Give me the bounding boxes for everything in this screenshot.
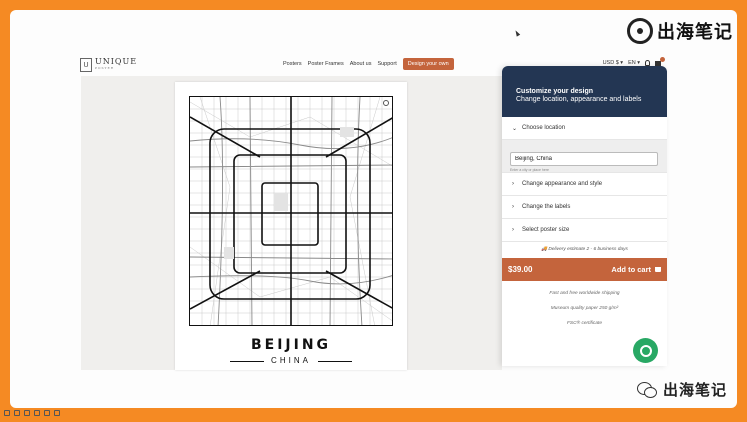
nav-about-us[interactable]: About us [350,61,372,67]
nav-poster-frames[interactable]: Poster Frames [308,61,344,67]
poster-divider-right [318,361,352,362]
accordion-label: Select poster size [522,227,570,233]
add-to-cart-button[interactable]: Add to cart [611,265,661,274]
accordion-appearance[interactable]: › Change appearance and style [502,173,667,196]
add-to-cart-label: Add to cart [611,265,651,274]
brand-watermark-top: 出海笔记 [627,18,733,44]
location-section: Enter a city or place here [502,140,667,173]
panel-header: Customize your design Change location, a… [502,66,667,117]
accordion-label: Change appearance and style [522,181,603,187]
poster-country-label: CHINA [271,356,311,365]
eraser-tool-icon[interactable] [34,410,40,416]
shape-tool-icon[interactable] [24,410,30,416]
chevron-right-icon: › [512,227,514,233]
perk-shipping: Fast and free worldwide shipping [549,291,620,296]
site-logo[interactable]: U UNIQUE POSTER [80,58,137,72]
pen-tool-icon[interactable] [4,410,10,416]
brand-watermark-bottom-text: 出海笔记 [662,382,727,399]
cart-icon [655,267,661,272]
main-nav: Posters Poster Frames About us Support D… [283,58,454,70]
chevron-down-icon: ⌄ [512,125,518,132]
ship-wheel-icon [627,18,653,44]
perk-fsc: FSC® certificate [567,321,602,326]
highlighter-tool-icon[interactable] [14,410,20,416]
whatsapp-icon[interactable] [633,338,658,363]
design-your-own-button[interactable]: Design your own [402,58,454,70]
cart-count-badge [660,56,665,62]
clear-tool-icon[interactable] [54,410,60,416]
panel-title: Customize your design [516,88,594,95]
location-hint: Enter a city or place here [510,168,549,172]
nav-posters[interactable]: Posters [283,61,302,67]
chevron-right-icon: › [512,181,514,187]
poster: BEIJING CHINA [175,82,407,370]
customize-panel: Customize your design Change location, a… [502,66,667,366]
street-map-graphic [190,97,392,325]
delivery-estimate: 🚚 Delivery estimate 2 - 6 business days [541,247,628,252]
nav-support[interactable]: Support [377,61,396,67]
logo-mark: U [80,58,92,72]
wechat-icon [636,381,657,398]
accordion-labels[interactable]: › Change the labels [502,196,667,219]
whatsapp-glyph [639,344,652,357]
logo-subtitle: POSTER [95,66,114,70]
brand-watermark-bottom: 出海笔记 [636,379,727,400]
perk-paper: Museum quality paper 250 g/m² [550,306,619,311]
accordion-poster-size[interactable]: › Select poster size [502,219,667,242]
accordion-label: Change the labels [522,204,571,210]
price: $39.00 [508,265,533,274]
poster-preview-area: BEIJING CHINA [81,76,502,370]
add-to-cart-bar[interactable]: $39.00 Add to cart [502,258,667,281]
accordion-choose-location[interactable]: ⌄ Choose location [502,117,667,140]
panel-subtitle: Change location, appearance and labels [516,96,642,103]
brand-watermark-text: 出海笔记 [657,22,733,43]
zoom-icon[interactable] [383,100,389,106]
location-input[interactable] [510,152,658,166]
street-map[interactable] [189,96,393,326]
accordion-label: Choose location [522,125,566,131]
chevron-right-icon: › [512,204,514,210]
undo-tool-icon[interactable] [44,410,50,416]
bag-icon[interactable] [655,56,665,66]
poster-city-label: BEIJING [250,337,332,353]
annotation-toolbar [4,410,60,416]
